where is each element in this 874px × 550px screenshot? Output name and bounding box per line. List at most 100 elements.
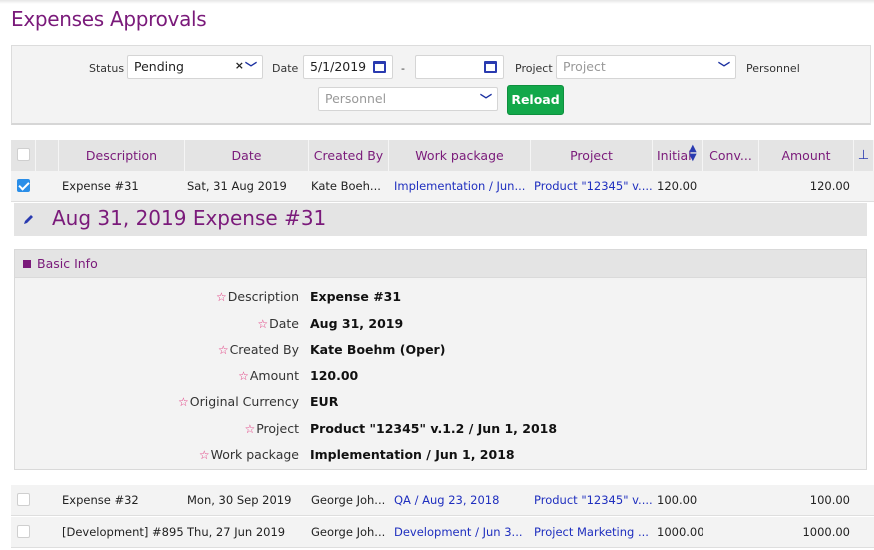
field-value: Implementation / Jun 1, 2018 bbox=[310, 447, 515, 462]
column-date[interactable]: Date bbox=[185, 140, 309, 171]
column-converted[interactable]: Conv... bbox=[703, 140, 759, 171]
column-initial-label: Initial bbox=[657, 148, 692, 163]
cell-initial: 1000.00 bbox=[657, 525, 703, 539]
field-label: ☆Project bbox=[244, 421, 299, 436]
page-title: Expenses Approvals bbox=[11, 7, 207, 31]
cell-work-package-link[interactable]: QA / Aug 23, 2018 bbox=[394, 485, 532, 516]
field-label: ☆Created By bbox=[218, 342, 299, 357]
calendar-icon[interactable] bbox=[373, 61, 386, 73]
field-row: ☆Original Currency EUR bbox=[15, 394, 866, 420]
field-row: ☆Date Aug 31, 2019 bbox=[15, 316, 866, 342]
field-row: ☆Work package Implementation / Jun 1, 20… bbox=[15, 447, 866, 473]
date-separator: - bbox=[401, 62, 405, 75]
clear-icon[interactable]: × bbox=[235, 59, 244, 72]
filter-panel: Status Pending × ﹀ Date 5/1/2019 - Proje… bbox=[11, 45, 871, 125]
cell-project-link[interactable]: Project Marketing ... bbox=[534, 517, 654, 548]
table-row[interactable]: [Development] #895 Thu, 27 Jun 2019 Geor… bbox=[11, 517, 874, 548]
project-label: Project bbox=[515, 62, 553, 75]
column-project[interactable]: Project bbox=[531, 140, 653, 171]
field-label-text: Work package bbox=[210, 447, 299, 462]
column-created-by[interactable]: Created By bbox=[309, 140, 389, 171]
field-label: ☆Original Currency bbox=[178, 394, 299, 409]
cell-amount: 100.00 bbox=[809, 493, 850, 507]
star-icon: ☆ bbox=[257, 317, 269, 331]
field-value: 120.00 bbox=[310, 368, 359, 383]
cell-initial: 120.00 bbox=[657, 179, 698, 193]
pin-icon[interactable]: ⊥ bbox=[854, 140, 874, 171]
chevron-down-icon[interactable]: ﹀ bbox=[480, 91, 492, 108]
cell-converted bbox=[706, 171, 756, 202]
row-checkbox[interactable] bbox=[17, 179, 30, 192]
select-all-checkbox[interactable] bbox=[17, 148, 30, 161]
status-select[interactable]: Pending × ﹀ bbox=[127, 55, 263, 79]
field-label: ☆Date bbox=[257, 316, 299, 331]
table-row[interactable]: Expense #32 Mon, 30 Sep 2019 George Joh.… bbox=[11, 485, 874, 516]
basic-info-section: Basic Info ☆Description Expense #31 ☆Dat… bbox=[14, 249, 867, 470]
personnel-placeholder: Personnel bbox=[325, 91, 387, 106]
cell-project-link[interactable]: Product "12345" v.... bbox=[534, 171, 654, 202]
row-checkbox[interactable] bbox=[17, 493, 30, 506]
grid-header: Description Date Created By Work package… bbox=[11, 140, 874, 171]
cell-created-by: Kate Boeh... bbox=[311, 179, 381, 193]
star-icon: ☆ bbox=[178, 395, 189, 409]
cell-created-by: George Joh... bbox=[311, 525, 386, 539]
reload-button[interactable]: Reload bbox=[507, 85, 564, 115]
cell-initial: 100.00 bbox=[657, 493, 698, 507]
select-all-cell bbox=[11, 140, 36, 171]
cell-work-package-link[interactable]: Implementation / Jun... bbox=[394, 171, 532, 202]
project-select[interactable]: Project ﹀ bbox=[556, 55, 736, 79]
pencil-icon[interactable] bbox=[23, 213, 35, 225]
star-icon: ☆ bbox=[244, 422, 256, 436]
field-value: EUR bbox=[310, 394, 339, 409]
field-label-text: Project bbox=[256, 421, 299, 436]
cell-date: Thu, 27 Jun 2019 bbox=[187, 525, 286, 539]
top-shadow bbox=[0, 0, 874, 4]
cell-description: Expense #31 bbox=[62, 179, 139, 193]
field-label-text: Date bbox=[269, 316, 299, 331]
cell-work-package-link[interactable]: Development / Jun 3... bbox=[394, 517, 532, 548]
cell-project-link[interactable]: Product "12345" v.... bbox=[534, 485, 654, 516]
sort-icon[interactable]: ▲ ▼ bbox=[689, 144, 697, 163]
date-to-input[interactable] bbox=[415, 55, 504, 79]
date-from-value: 5/1/2019 bbox=[310, 59, 367, 74]
cell-converted bbox=[706, 517, 756, 548]
status-value: Pending bbox=[134, 59, 184, 74]
personnel-select[interactable]: Personnel ﹀ bbox=[318, 87, 498, 111]
detail-header: Aug 31, 2019 Expense #31 bbox=[14, 203, 867, 236]
star-icon: ☆ bbox=[216, 290, 227, 304]
field-label: ☆Work package bbox=[199, 447, 299, 462]
star-icon: ☆ bbox=[198, 448, 210, 462]
star-icon: ☆ bbox=[238, 369, 249, 383]
star-icon: ☆ bbox=[217, 343, 229, 357]
column-amount[interactable]: Amount bbox=[759, 140, 854, 171]
project-placeholder: Project bbox=[563, 59, 606, 74]
table-row[interactable]: Expense #31 Sat, 31 Aug 2019 Kate Boeh..… bbox=[11, 171, 874, 202]
field-label: ☆Description bbox=[216, 289, 299, 304]
field-label: ☆Amount bbox=[238, 368, 299, 383]
detail-title: Aug 31, 2019 Expense #31 bbox=[52, 206, 327, 230]
spacer-header bbox=[36, 140, 59, 171]
cell-amount: 1000.00 bbox=[802, 525, 850, 539]
cell-amount: 120.00 bbox=[809, 179, 850, 193]
field-row: ☆Description Expense #31 bbox=[15, 289, 866, 315]
section-title: Basic Info bbox=[37, 256, 98, 271]
personnel-label: Personnel bbox=[746, 62, 800, 75]
status-label: Status bbox=[89, 62, 125, 75]
section-header[interactable]: Basic Info bbox=[15, 250, 866, 278]
field-label-text: Amount bbox=[249, 368, 299, 383]
field-value: Aug 31, 2019 bbox=[310, 316, 404, 331]
chevron-down-icon[interactable]: ﹀ bbox=[718, 59, 730, 76]
field-row: ☆Created By Kate Boehm (Oper) bbox=[15, 342, 866, 368]
field-label-text: Created By bbox=[229, 342, 299, 357]
date-from-input[interactable]: 5/1/2019 bbox=[303, 55, 393, 79]
column-work-package[interactable]: Work package bbox=[389, 140, 531, 171]
column-description[interactable]: Description bbox=[59, 140, 185, 171]
field-label-text: Original Currency bbox=[189, 394, 299, 409]
row-checkbox[interactable] bbox=[17, 525, 30, 538]
field-value: Product "12345" v.1.2 / Jun 1, 2018 bbox=[310, 421, 558, 436]
calendar-icon[interactable] bbox=[484, 61, 497, 73]
cell-converted bbox=[706, 485, 756, 516]
cell-date: Mon, 30 Sep 2019 bbox=[187, 493, 292, 507]
section-square-icon bbox=[23, 260, 31, 268]
chevron-down-icon[interactable]: ﹀ bbox=[245, 59, 257, 76]
